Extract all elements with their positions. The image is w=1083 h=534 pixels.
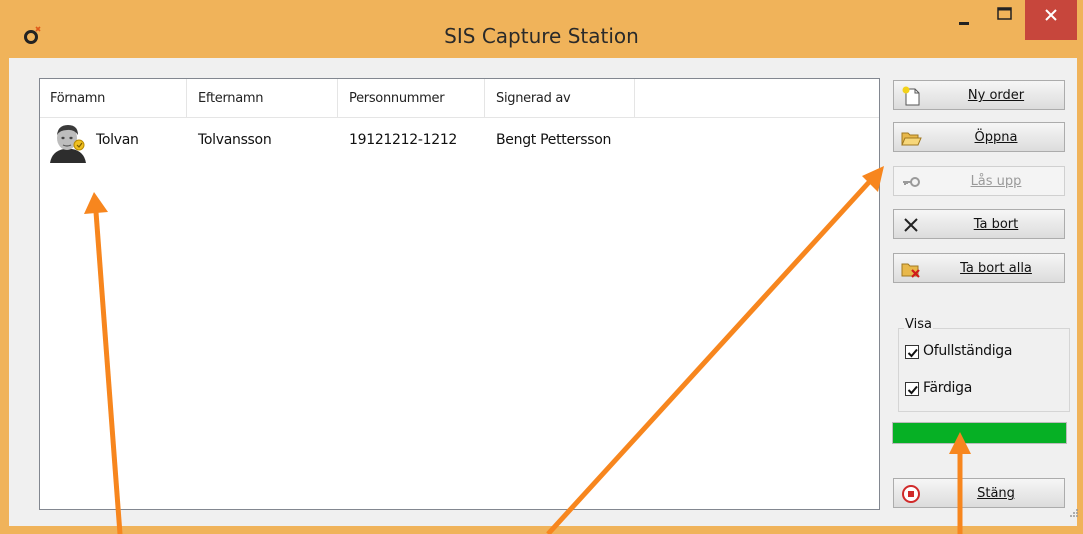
annotation-arrowhead-progress [949,432,971,454]
annotation-arrows [84,166,971,534]
annotation-arrow-las-upp [546,178,873,534]
annotation-arrow-avatar [93,211,123,534]
annotation-arrowhead-avatar [84,192,108,214]
